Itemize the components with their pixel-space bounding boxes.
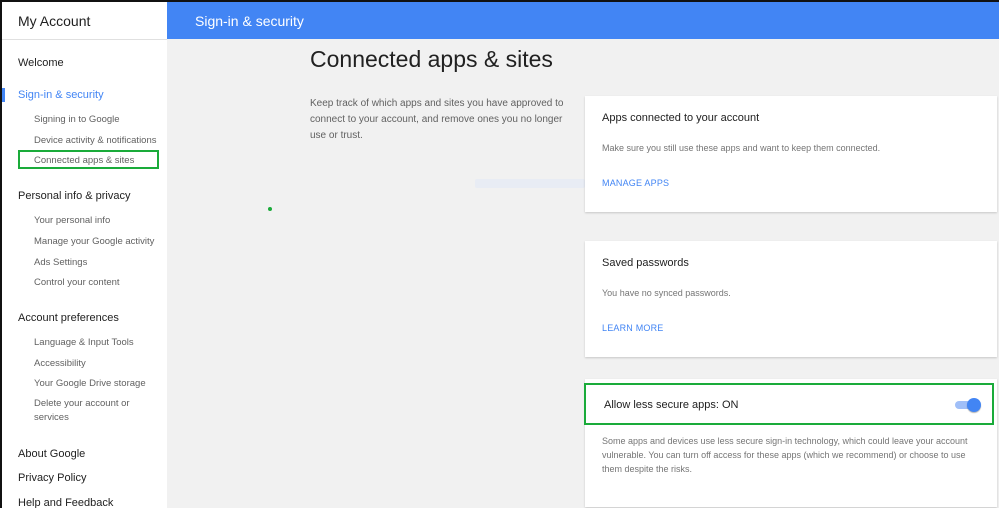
sidebar-item-personal-info[interactable]: Personal info & privacy: [18, 190, 131, 202]
faded-text-artifact: [475, 179, 585, 188]
main-content: Connected apps & sites Keep track of whi…: [167, 39, 999, 508]
sidebar-item-about-google[interactable]: About Google: [18, 448, 85, 460]
sidebar-subitem-google-activity[interactable]: Manage your Google activity: [34, 236, 154, 247]
sidebar-subitem-drive-storage[interactable]: Your Google Drive storage: [34, 378, 146, 389]
sidebar-subitem-personal-info[interactable]: Your personal info: [34, 215, 110, 226]
sidebar-subitem-signing-in[interactable]: Signing in to Google: [34, 114, 120, 125]
sidebar-title: My Account: [2, 2, 167, 40]
sidebar-subitem-language[interactable]: Language & Input Tools: [34, 337, 134, 348]
cursor-dot: [268, 207, 272, 211]
card-text: Make sure you still use these apps and w…: [602, 143, 881, 153]
page-title: Connected apps & sites: [310, 46, 553, 72]
sidebar-item-help-feedback[interactable]: Help and Feedback: [18, 497, 113, 508]
active-indicator: [2, 88, 5, 102]
header-title: Sign-in & security: [195, 12, 304, 29]
connected-apps-highlight: [18, 150, 159, 169]
sidebar-item-sign-in-security[interactable]: Sign-in & security: [18, 89, 104, 101]
less-secure-apps-row: Allow less secure apps: ON: [584, 383, 994, 425]
sidebar-item-welcome[interactable]: Welcome: [18, 57, 64, 69]
sidebar-subitem-ads-settings[interactable]: Ads Settings: [34, 257, 87, 268]
less-secure-apps-toggle[interactable]: [955, 398, 981, 412]
header-bar: Sign-in & security: [167, 2, 999, 39]
sidebar-item-privacy-policy[interactable]: Privacy Policy: [18, 472, 86, 484]
less-secure-apps-label: Allow less secure apps: ON: [604, 399, 739, 411]
toggle-knob: [967, 398, 981, 412]
manage-apps-link[interactable]: MANAGE APPS: [602, 178, 669, 188]
card-title: Apps connected to your account: [602, 112, 760, 124]
sidebar-subitem-accessibility[interactable]: Accessibility: [34, 358, 86, 369]
sidebar-item-account-preferences[interactable]: Account preferences: [18, 312, 119, 324]
sidebar-subitem-control-content[interactable]: Control your content: [34, 277, 120, 288]
page-description: Keep track of which apps and sites you h…: [310, 98, 564, 141]
card-title: Saved passwords: [602, 257, 689, 269]
card-saved-passwords: Saved passwords You have no synced passw…: [585, 241, 997, 357]
card-text: You have no synced passwords.: [602, 288, 731, 298]
learn-more-link[interactable]: LEARN MORE: [602, 323, 664, 333]
sidebar-subitem-device-activity[interactable]: Device activity & notifications: [34, 135, 157, 146]
sidebar-subitem-delete-account[interactable]: Delete your account or services: [34, 397, 139, 425]
sidebar: My Account Welcome Sign-in & security Si…: [2, 2, 168, 508]
card-connected-apps: Apps connected to your account Make sure…: [585, 96, 997, 212]
less-secure-apps-description: Some apps and devices use less secure si…: [602, 436, 968, 474]
